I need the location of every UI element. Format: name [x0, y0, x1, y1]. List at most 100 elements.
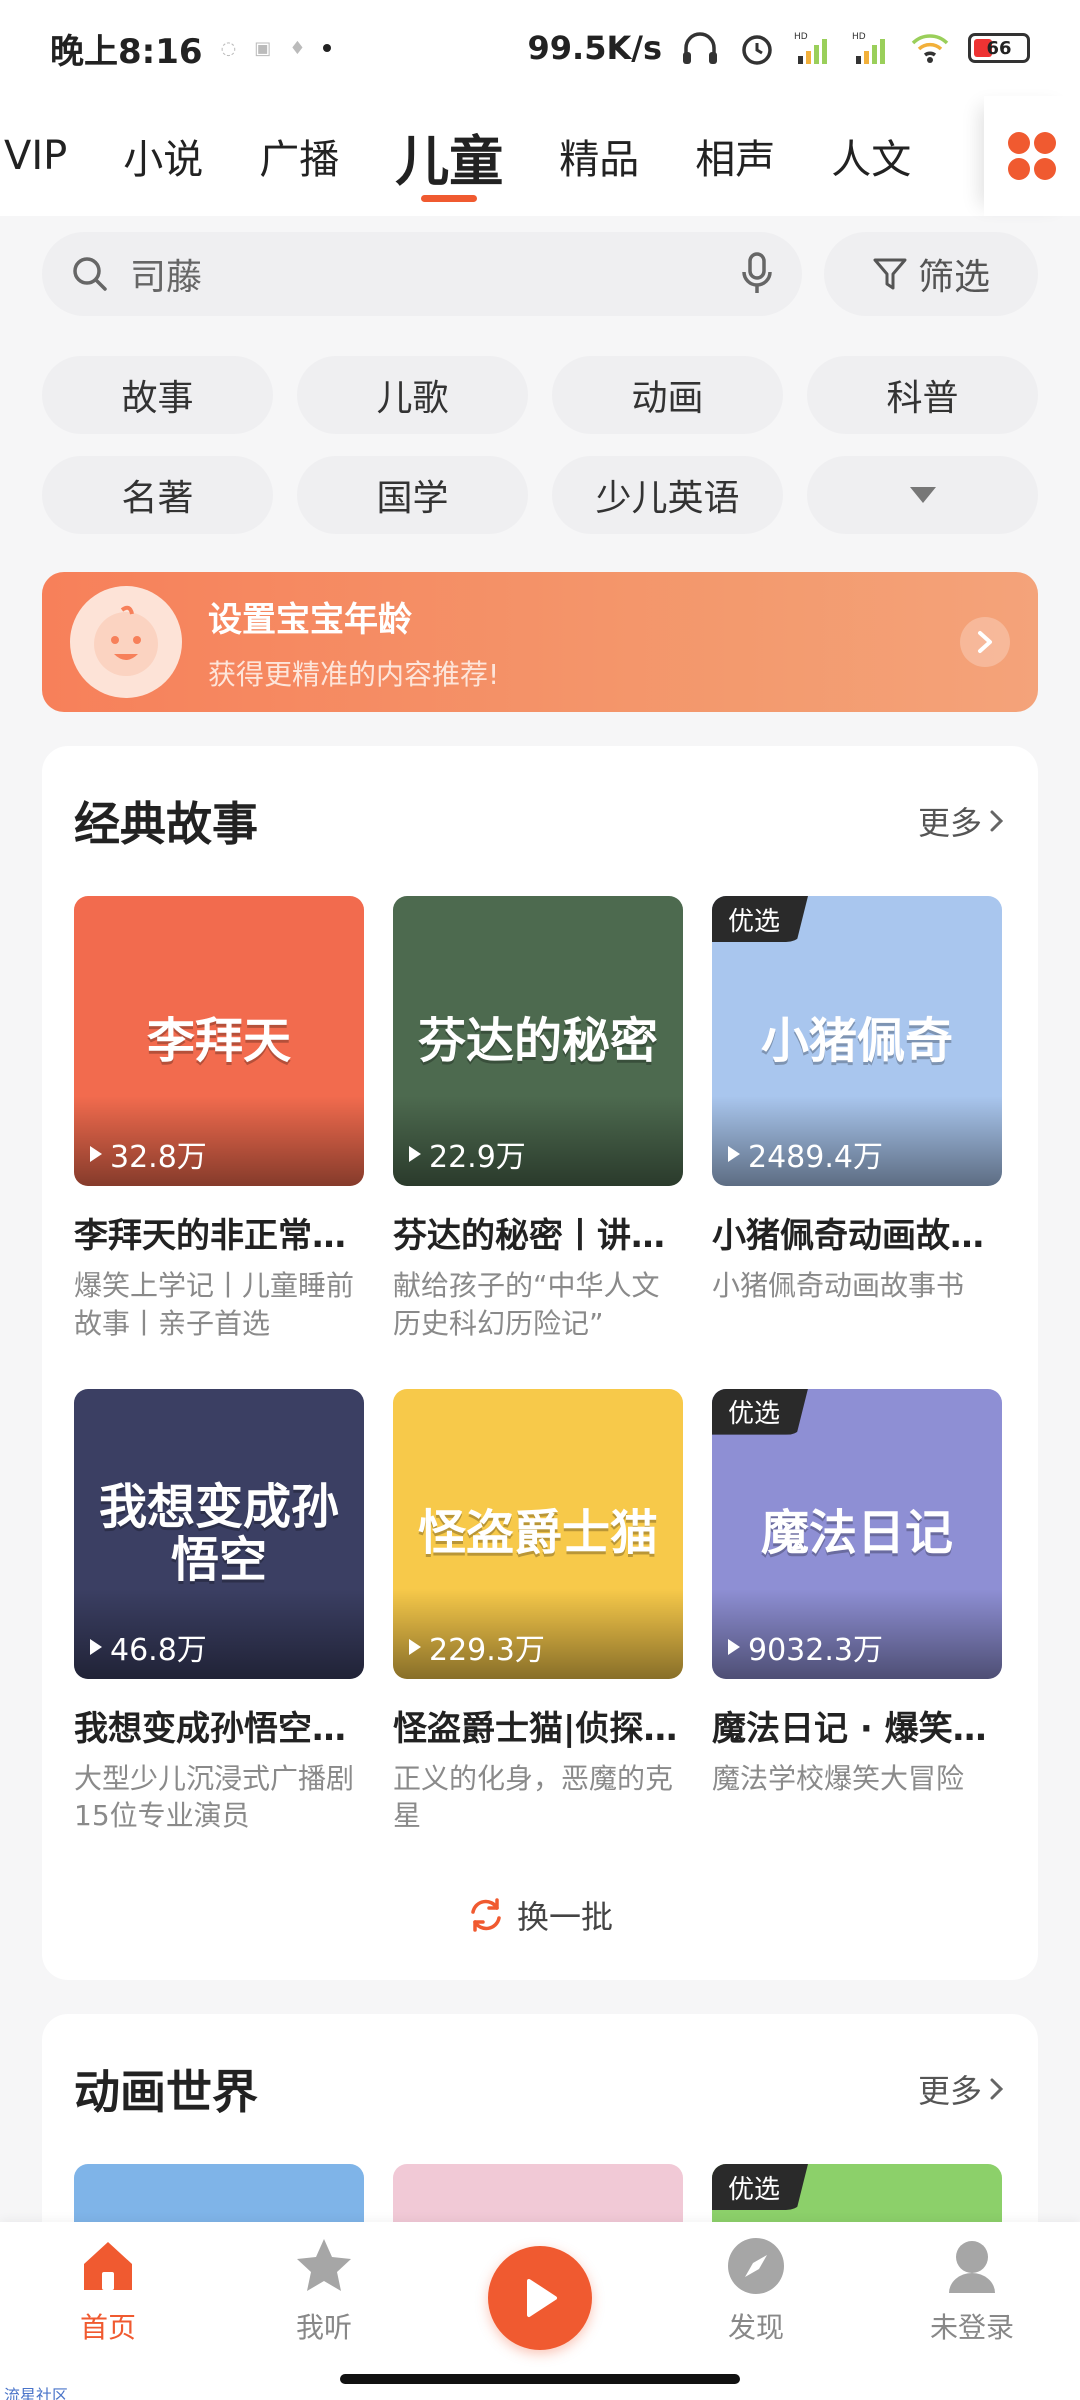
play-count-value: 22.9万: [429, 1140, 526, 1175]
cover-title-art: 魔法日记: [760, 1505, 953, 1562]
filter-icon: [873, 258, 907, 290]
card-description: 爆笑上学记丨儿童睡前故事丨亲子首选: [74, 1269, 355, 1340]
refresh-label: 换一批: [516, 1898, 613, 1937]
tab-humanities[interactable]: 人文: [803, 96, 939, 216]
tab-premium[interactable]: 精品: [531, 96, 667, 216]
content-card[interactable]: 小猪佩奇 2489.4万 优选 小猪佩奇动画故事书 小猪佩奇动画故事书: [712, 896, 1002, 1343]
card-title: 小猪佩奇动画故事书: [712, 1216, 1002, 1256]
more-link[interactable]: 更多: [918, 2066, 1006, 2112]
play-count-value: 2489.4万: [748, 1140, 883, 1175]
play-count: 22.9万: [407, 1132, 526, 1176]
chip-story[interactable]: 故事: [42, 356, 273, 434]
set-baby-age-banner[interactable]: 设置宝宝年龄 获得更精准的内容推荐!: [42, 572, 1038, 712]
content-card[interactable]: 芬达的秘密 22.9万芬达的秘密丨讲给孩子献给孩子的“中华人文历史科幻历险记”: [393, 896, 683, 1343]
microphone-icon[interactable]: [740, 252, 774, 296]
play-count-value: 46.8万: [110, 1632, 207, 1668]
play-count: 9032.3万: [726, 1625, 883, 1669]
play-small-icon: [90, 1146, 102, 1162]
tab-radio[interactable]: 广播: [231, 96, 367, 216]
nav-home[interactable]: 首页: [28, 2234, 188, 2346]
play-small-icon: [409, 1638, 421, 1655]
chip-animation[interactable]: 动画: [552, 356, 783, 434]
more-label: 更多: [917, 2072, 982, 2110]
featured-badge: 优选: [712, 896, 809, 942]
tab-vip[interactable]: VIP: [0, 96, 95, 216]
search-icon: [73, 257, 107, 291]
card-title: 我想变成孙悟空丨大型: [74, 1708, 364, 1749]
featured-badge: 优选: [712, 2164, 809, 2210]
watermark: 流星社区: [4, 2386, 69, 2400]
nav-play[interactable]: [460, 2234, 620, 2350]
grid-icon: [1008, 132, 1056, 180]
gesture-home-bar[interactable]: [340, 2374, 740, 2384]
nav-discover[interactable]: 发现: [676, 2234, 836, 2346]
compass-icon: [724, 2234, 788, 2298]
chip-kids-english[interactable]: 少儿英语: [552, 456, 783, 534]
play-count-value: 229.3万: [429, 1632, 545, 1668]
play-count: 32.8万: [88, 1132, 207, 1176]
more-link[interactable]: 更多: [918, 798, 1006, 844]
tab-kids[interactable]: 儿童: [367, 96, 531, 216]
play-small-icon: [409, 1146, 421, 1162]
filter-button[interactable]: 筛选: [824, 232, 1038, 316]
app-notification-icon: ▣: [254, 37, 272, 59]
search-input[interactable]: 司藤: [42, 232, 802, 316]
cover-image: 小猪佩奇 2489.4万 优选: [712, 896, 1002, 1186]
content-card[interactable]: 魔法日记 9032.3万 优选 魔法日记 · 爆笑校园 魔法学校爆笑大冒险: [712, 1388, 1002, 1836]
search-row: 司藤 筛选: [42, 232, 1038, 316]
refresh-icon: [471, 1898, 501, 1932]
card-description: 大型少儿沉浸式广播剧 15位专业演员: [74, 1761, 355, 1833]
play-count-value: 32.8万: [110, 1140, 207, 1175]
card-description: 小猪佩奇动画故事书: [712, 1269, 965, 1302]
tab-crosstalk[interactable]: 相声: [667, 96, 803, 216]
banner-title: 设置宝宝年龄: [208, 599, 412, 640]
headphones-icon: [683, 32, 717, 64]
subcategory-chips: 故事 儿歌 动画 科普 名著 国学 少儿英语: [42, 356, 1038, 534]
cover-image: 我想变成孙悟空 46.8万: [74, 1388, 364, 1679]
network-speed: 99.5K/s: [527, 29, 662, 67]
cover-image: 魔法日记 9032.3万 优选: [712, 1388, 1002, 1679]
alarm-icon: [742, 35, 772, 65]
cover-title-art: 李拜天: [146, 1012, 291, 1069]
play-small-icon: [90, 1638, 102, 1655]
cover-title-art: 小猪佩奇: [760, 1012, 953, 1069]
filter-label: 筛选: [917, 257, 990, 298]
play-count-value: 9032.3万: [748, 1632, 883, 1668]
section-title: 经典故事: [74, 797, 258, 851]
card-title: 魔法日记 · 爆笑校园: [712, 1708, 1002, 1749]
wifi-icon: [911, 34, 949, 63]
refresh-button[interactable]: 换一批: [74, 1855, 1006, 1975]
section-title: 动画世界: [74, 2065, 258, 2119]
tab-novel[interactable]: 小说: [95, 96, 231, 216]
cover-title-art: 我想变成孙悟空: [98, 1478, 339, 1588]
search-placeholder: 司藤: [130, 257, 203, 298]
nav-home-label: 首页: [79, 2311, 136, 2344]
signal-1-icon: HD: [794, 32, 827, 64]
signal-2-icon: HD: [852, 32, 885, 64]
cover-image: 怪盗爵士猫 229.3万: [393, 1388, 683, 1679]
content-card[interactable]: 怪盗爵士猫 229.3万 怪盗爵士猫|侦探故事 正义的化身，恶魔的克星: [393, 1388, 683, 1836]
cover-title-art: 怪盗爵士猫: [417, 1505, 658, 1562]
chip-classics[interactable]: 名著: [42, 456, 273, 534]
nav-profile[interactable]: 未登录: [892, 2234, 1052, 2346]
cover-title-art: 芬达的秘密: [417, 1012, 658, 1069]
chip-chinese-studies[interactable]: 国学: [297, 456, 528, 534]
classic-stories-section: 经典故事 更多 李拜天 32.8万 李拜天的非正常日常 爆笑上学记丨儿童睡前故事丨亲子…: [42, 746, 1038, 1980]
svg-text:HD: HD: [794, 32, 808, 42]
play-count: 229.3万: [407, 1625, 545, 1669]
notification-icon: ◌: [220, 37, 237, 59]
card-description: 献给孩子的“中华人文历史科幻历险记”: [393, 1269, 660, 1340]
more-notifications-dot: [323, 44, 332, 52]
nav-listen[interactable]: 我听: [244, 2234, 404, 2346]
expand-chips-button[interactable]: [807, 456, 1038, 534]
category-tabs: VIP 小说 广播 儿童 精品 相声 人文: [0, 96, 1080, 216]
all-categories-button[interactable]: [984, 96, 1080, 216]
user-icon: [940, 2234, 1004, 2298]
status-bar: 晚上8:16 ◌ ▣ ♦ 99.5K/s HD HD 66: [0, 0, 1080, 96]
content-card[interactable]: 我想变成孙悟空 46.8万我想变成孙悟空丨大型大型少儿沉浸式广播剧 15位专业演员: [74, 1388, 364, 1836]
chip-nursery-rhymes[interactable]: 儿歌: [297, 356, 528, 434]
card-description: 正义的化身，恶魔的克星: [393, 1761, 674, 1833]
content-card[interactable]: 李拜天 32.8万 李拜天的非正常日常 爆笑上学记丨儿童睡前故事丨亲子首选: [74, 896, 364, 1343]
play-count: 46.8万: [88, 1625, 207, 1669]
chip-science[interactable]: 科普: [807, 356, 1038, 434]
